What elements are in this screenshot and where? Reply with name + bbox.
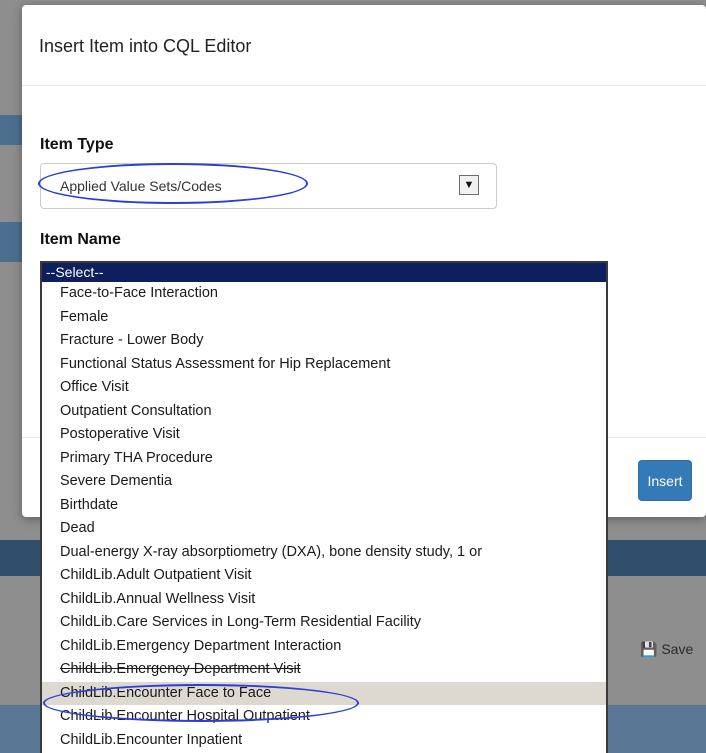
list-item[interactable]: Severe Dementia: [42, 470, 606, 494]
list-item-select[interactable]: --Select--: [42, 263, 606, 282]
list-item[interactable]: Dead: [42, 517, 606, 541]
annotation-circle: [38, 163, 308, 204]
list-item[interactable]: Functional Status Assessment for Hip Rep…: [42, 353, 606, 377]
list-item[interactable]: ChildLib.Annual Wellness Visit: [42, 588, 606, 612]
bg-save-label: Save: [661, 641, 694, 657]
list-item[interactable]: Outpatient Consultation: [42, 400, 606, 424]
list-item[interactable]: Fracture - Lower Body: [42, 329, 606, 353]
modal-header: Insert Item into CQL Editor: [22, 5, 706, 86]
list-item[interactable]: Office Visit: [42, 376, 606, 400]
list-item[interactable]: Female: [42, 306, 606, 330]
list-item[interactable]: ChildLib.Emergency Department Interactio…: [42, 635, 606, 659]
bg-panel: [0, 222, 22, 262]
bg-panel: [0, 115, 22, 145]
list-item[interactable]: ChildLib.Care Services in Long-Term Resi…: [42, 611, 606, 635]
chevron-down-icon[interactable]: ▼: [459, 175, 479, 195]
modal-title: Insert Item into CQL Editor: [39, 36, 252, 56]
annotation-circle: [43, 684, 359, 722]
save-icon: 💾: [640, 641, 658, 657]
insert-button[interactable]: Insert: [638, 460, 692, 501]
list-item[interactable]: Postoperative Visit: [42, 423, 606, 447]
list-item[interactable]: ChildLib.Emergency Department Visit: [42, 658, 606, 682]
bg-save-button[interactable]: 💾 Save: [640, 641, 693, 658]
list-item[interactable]: ChildLib.Encounter Inpatient: [42, 729, 606, 753]
list-item[interactable]: Birthdate: [42, 494, 606, 518]
list-item[interactable]: ChildLib.Adult Outpatient Visit: [42, 564, 606, 588]
item-type-label: Item Type: [40, 136, 114, 153]
list-item[interactable]: Primary THA Procedure: [42, 447, 606, 471]
list-item[interactable]: Face-to-Face Interaction: [42, 282, 606, 306]
item-name-dropdown-list[interactable]: --Select-- Face-to-Face Interaction Fema…: [40, 261, 608, 753]
item-name-label: Item Name: [40, 231, 121, 248]
list-item[interactable]: Dual-energy X-ray absorptiometry (DXA), …: [42, 541, 606, 565]
